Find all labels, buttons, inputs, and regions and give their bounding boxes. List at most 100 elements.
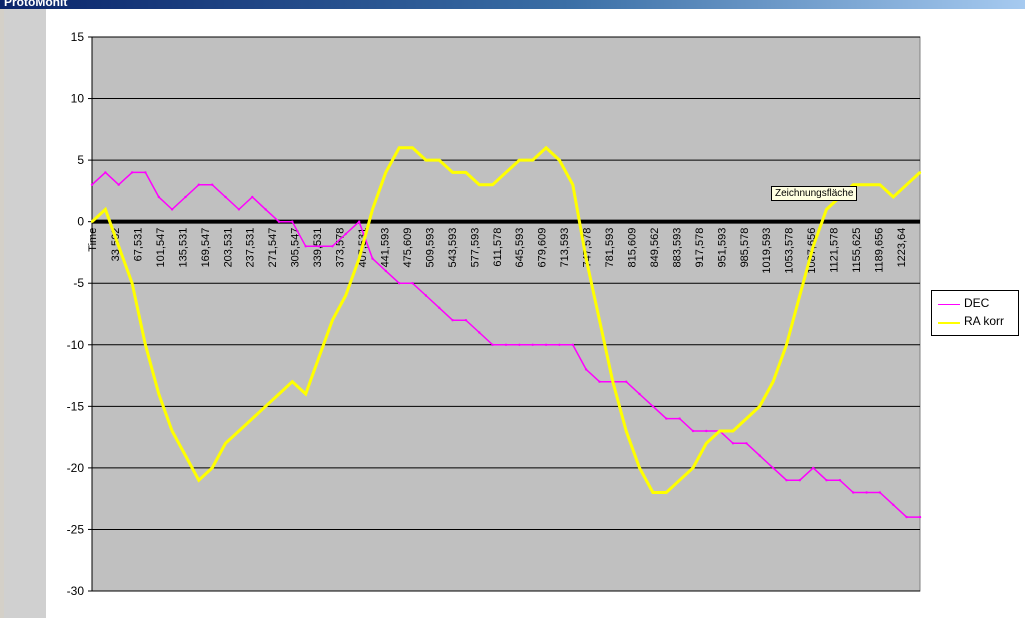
data-point-0-33 xyxy=(531,343,534,346)
data-point-1-60 xyxy=(892,195,895,199)
data-point-1-15 xyxy=(291,380,294,383)
data-point-1-1 xyxy=(104,208,107,211)
data-point-0-51 xyxy=(771,466,775,470)
data-point-0-30 xyxy=(491,343,494,346)
data-point-0-45 xyxy=(691,429,695,433)
data-point-0-44 xyxy=(678,417,681,420)
data-point-1-17 xyxy=(317,355,321,359)
data-point-0-37 xyxy=(584,368,588,371)
data-point-0-46 xyxy=(705,429,708,433)
data-point-1-52 xyxy=(785,343,788,346)
data-point-1-42 xyxy=(651,491,655,494)
data-point-0-50 xyxy=(758,454,761,457)
x-tick-label-22: 781,593 xyxy=(604,228,616,268)
x-tick-label-28: 985,578 xyxy=(739,228,751,268)
data-point-1-38 xyxy=(598,319,601,322)
data-point-0-23 xyxy=(398,282,401,285)
data-point-0-27 xyxy=(451,319,454,322)
x-axis-title: Time xyxy=(87,228,99,252)
x-tick-label-14: 509,593 xyxy=(424,228,436,268)
data-point-0-42 xyxy=(651,405,655,408)
data-point-0-14 xyxy=(277,220,281,223)
legend-label-dec: DEC xyxy=(964,296,990,310)
data-point-0-10 xyxy=(224,195,227,199)
data-point-0-41 xyxy=(638,392,641,396)
data-point-1-43 xyxy=(665,491,668,494)
data-point-1-7 xyxy=(184,454,187,457)
data-point-1-37 xyxy=(584,257,588,260)
data-point-1-24 xyxy=(411,146,414,149)
data-point-1-27 xyxy=(451,171,454,174)
data-point-1-62 xyxy=(918,171,922,174)
data-point-0-56 xyxy=(838,479,842,482)
data-point-0-59 xyxy=(878,491,882,494)
y-tick-label-8: -25 xyxy=(67,522,85,536)
y-tick-label-2: 5 xyxy=(77,153,84,167)
data-point-1-2 xyxy=(117,245,120,248)
data-point-1-6 xyxy=(170,429,174,433)
data-point-0-26 xyxy=(438,306,441,309)
x-tick-label-4: 169,547 xyxy=(200,228,212,268)
data-point-0-40 xyxy=(625,380,628,383)
data-point-1-53 xyxy=(798,294,801,297)
data-point-0-43 xyxy=(665,417,668,420)
data-point-1-46 xyxy=(705,442,708,445)
x-tick-label-26: 917,578 xyxy=(694,228,706,268)
x-tick-label-1: 67,531 xyxy=(132,228,144,262)
data-point-1-8 xyxy=(197,479,200,482)
data-point-0-5 xyxy=(157,195,160,199)
x-tick-label-20: 713,593 xyxy=(559,228,571,268)
data-point-0-62 xyxy=(918,515,922,519)
legend-item-dec: DEC xyxy=(936,295,1016,313)
data-point-0-13 xyxy=(264,208,267,211)
data-point-1-28 xyxy=(464,171,468,174)
x-tick-label-23: 815,609 xyxy=(627,228,639,268)
data-point-0-21 xyxy=(371,257,374,260)
x-tick-label-25: 883,593 xyxy=(671,228,683,268)
legend[interactable]: DEC RA korr xyxy=(931,290,1019,336)
data-point-0-4 xyxy=(144,171,147,174)
data-point-0-15 xyxy=(291,220,294,223)
y-tick-label-1: 10 xyxy=(71,92,85,106)
y-tick-label-5: -10 xyxy=(67,338,85,352)
data-point-1-11 xyxy=(237,429,241,433)
data-point-0-38 xyxy=(598,380,601,383)
x-tick-label-12: 441,593 xyxy=(379,228,391,268)
data-point-1-36 xyxy=(571,183,574,186)
data-point-1-0 xyxy=(90,220,94,223)
x-tick-label-13: 475,609 xyxy=(402,228,414,268)
x-tick-label-24: 849,562 xyxy=(649,228,661,268)
data-point-0-19 xyxy=(344,232,347,236)
data-point-1-48 xyxy=(731,429,735,433)
x-tick-label-5: 203,531 xyxy=(222,228,234,268)
x-tick-label-32: 1121,578 xyxy=(829,228,841,273)
data-point-0-25 xyxy=(424,294,428,297)
data-point-1-39 xyxy=(611,380,614,383)
x-tick-label-16: 577,593 xyxy=(469,228,481,268)
y-tick-label-3: 0 xyxy=(77,215,84,229)
data-point-1-3 xyxy=(130,282,134,285)
data-point-0-54 xyxy=(812,466,815,470)
x-tick-label-30: 1053,578 xyxy=(784,228,796,274)
data-point-1-61 xyxy=(905,183,908,186)
data-point-0-7 xyxy=(184,195,187,199)
data-point-1-32 xyxy=(518,158,521,162)
data-point-0-22 xyxy=(384,269,387,273)
data-point-0-53 xyxy=(798,479,801,482)
data-point-1-23 xyxy=(398,146,401,149)
data-point-0-11 xyxy=(237,208,241,211)
x-tick-label-34: 1189,656 xyxy=(874,228,886,273)
data-point-0-36 xyxy=(571,343,574,346)
data-point-1-29 xyxy=(478,183,481,186)
chart-svg: 15 10 5 0 -5 -10 -15 -20 -25 -30 33,562 67,531 101,5… xyxy=(67,30,922,598)
data-point-0-52 xyxy=(785,479,788,482)
data-point-1-47 xyxy=(718,429,721,433)
x-tick-label-8: 305,547 xyxy=(290,228,302,268)
data-point-0-55 xyxy=(825,479,828,482)
y-tick-label-7: -20 xyxy=(67,461,85,475)
x-tick-label-9: 339,531 xyxy=(312,228,324,268)
x-tick-label-19: 679,609 xyxy=(537,228,549,268)
data-point-0-6 xyxy=(170,208,174,211)
data-point-0-16 xyxy=(304,245,307,248)
data-point-1-35 xyxy=(558,158,561,162)
